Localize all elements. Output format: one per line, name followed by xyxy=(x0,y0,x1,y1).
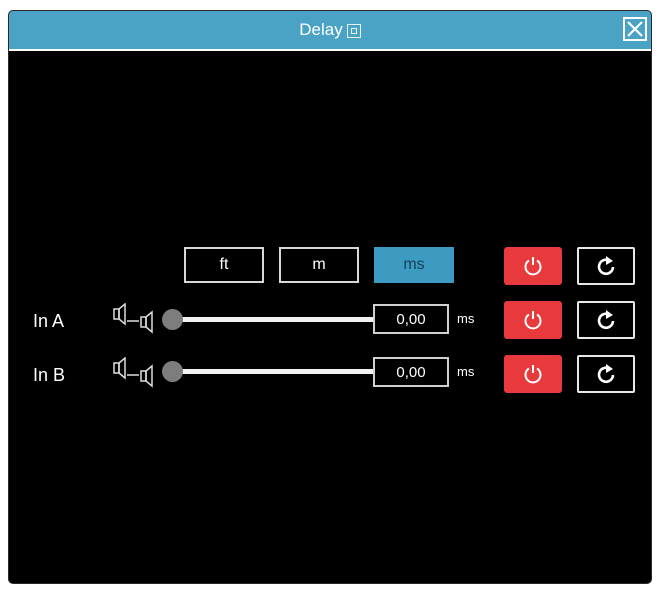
speaker-pair-icon xyxy=(113,303,153,334)
window-icon xyxy=(346,24,361,38)
unit-ft-label: ft xyxy=(219,256,229,273)
channel-a-slider-knob[interactable] xyxy=(162,309,183,330)
channel-a-power-button[interactable] xyxy=(504,301,562,339)
title-bar[interactable]: Delay xyxy=(9,11,651,51)
reset-icon xyxy=(597,364,615,384)
reset-icon xyxy=(597,256,615,276)
reset-icon xyxy=(597,310,615,330)
channel-b-delay-slider[interactable] xyxy=(162,361,383,382)
unit-ft-button[interactable]: ft xyxy=(184,247,264,283)
window-title: Delay xyxy=(299,20,343,39)
channel-a-delay-value: 0,00 xyxy=(396,310,426,328)
channel-a-unit: ms xyxy=(457,311,475,326)
channel-a-label: In A xyxy=(33,311,65,331)
unit-ms-button[interactable]: ms xyxy=(374,247,454,283)
channel-a-delay-slider[interactable] xyxy=(162,309,383,330)
channel-b-unit: ms xyxy=(457,364,475,379)
channel-b-delay-value: 0,00 xyxy=(396,363,426,381)
delay-window: Delay ft m ms In A 0,00 ms In B 0,00 ms xyxy=(8,10,652,584)
master-reset-button[interactable] xyxy=(577,247,635,285)
speaker-pair-icon xyxy=(113,357,153,388)
close-icon xyxy=(627,21,643,37)
channel-b-delay-input[interactable]: 0,00 xyxy=(373,357,449,387)
power-icon xyxy=(524,311,542,330)
close-button[interactable] xyxy=(623,17,647,41)
title-container: Delay xyxy=(9,11,651,49)
channel-a-reset-button[interactable] xyxy=(577,301,635,339)
channel-b-reset-button[interactable] xyxy=(577,355,635,393)
master-power-button[interactable] xyxy=(504,247,562,285)
unit-m-label: m xyxy=(312,256,326,273)
channel-b-power-button[interactable] xyxy=(504,355,562,393)
unit-ms-label: ms xyxy=(403,256,425,273)
channel-b-slider-knob[interactable] xyxy=(162,361,183,382)
channel-b-label: In B xyxy=(33,365,66,385)
power-icon xyxy=(524,365,542,384)
power-icon xyxy=(524,257,542,276)
channel-a-delay-input[interactable]: 0,00 xyxy=(373,304,449,334)
unit-m-button[interactable]: m xyxy=(279,247,359,283)
